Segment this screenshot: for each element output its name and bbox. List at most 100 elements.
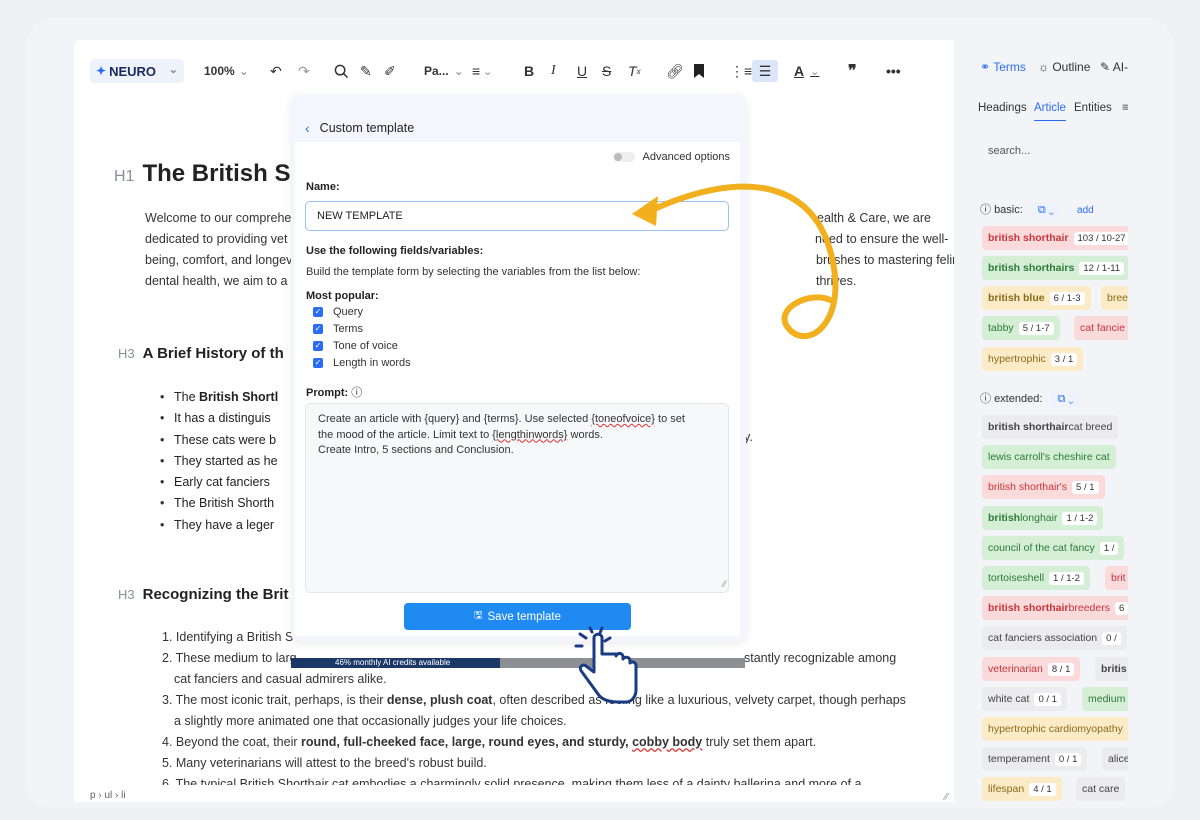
basic-section-label: ⓘ basic: ⧉ ⌄ add [980, 201, 1094, 218]
save-template-button[interactable]: 🖫 Save template [404, 603, 631, 630]
subtab-headings[interactable]: Headings [978, 102, 1027, 114]
link-icon[interactable]: 🔗︎ [666, 54, 684, 88]
clear-format-icon[interactable]: Tx [628, 54, 641, 88]
template-name-input[interactable]: NEW TEMPLATE [305, 201, 729, 231]
resize-handle-icon[interactable]: ⁄⁄ [945, 792, 948, 802]
term-chip[interactable]: cat fanciers association 0 / [982, 626, 1127, 650]
check-icon: ✓ [313, 324, 323, 334]
bold-icon[interactable]: B [524, 54, 534, 88]
list-item: The British Shortl [160, 387, 278, 409]
name-label: Name: [306, 181, 340, 193]
undo-icon[interactable]: ↶ [270, 54, 282, 88]
tab-outline[interactable]: ☼ Outline [1038, 60, 1090, 74]
checkbox-terms[interactable]: ✓ Terms [313, 323, 363, 335]
term-chip[interactable]: medium [1082, 687, 1128, 711]
menu-icon[interactable]: ≡ [1122, 102, 1128, 114]
tab-ai[interactable]: ✎ AI- [1100, 60, 1128, 74]
term-chip[interactable]: council of the cat fancy 1 / [982, 536, 1125, 560]
term-chip[interactable]: brit [1105, 566, 1128, 590]
chevron-down-icon: ⌄ [453, 64, 464, 78]
subtab-entities[interactable]: Entities [1074, 102, 1112, 114]
neuro-logo-menu[interactable]: ✦ NEURO ⌄ [90, 59, 184, 83]
term-chip[interactable]: british shorthair breeders 6 [982, 596, 1128, 620]
prompt-label-text: Prompt: [306, 387, 349, 399]
term-chip[interactable]: british shorthairs 12 / 1-11 [982, 256, 1128, 280]
chip-count: 1 / [1099, 541, 1119, 555]
add-button[interactable]: add [1077, 205, 1094, 216]
tab-label: Terms [993, 60, 1026, 74]
term-chip[interactable]: british shorthair cat breed [982, 415, 1119, 439]
term-chip[interactable]: british blue 6 / 1-3 [982, 286, 1091, 310]
bullet-list-icon[interactable]: ☰ [752, 60, 778, 82]
checkbox-length[interactable]: ✓ Length in words [313, 357, 411, 369]
chevron-down-icon: ⌄ [238, 64, 249, 78]
h1-heading[interactable]: H1 The British S [114, 160, 290, 188]
paragraph-style-select[interactable]: Pa... ⌄ [424, 54, 464, 88]
quote-icon[interactable]: ❞ [848, 54, 857, 88]
text-color-icon[interactable]: A ⌄ [794, 54, 819, 88]
align-icon[interactable]: ≡ ⌄ [472, 54, 492, 88]
term-chip[interactable]: hypertrophic cardiomyopathy [982, 717, 1128, 741]
term-chip[interactable]: tortoiseshell 1 / 1-2 [982, 566, 1090, 590]
more-icon[interactable]: ••• [886, 54, 901, 88]
chip-text: alice [1108, 753, 1128, 765]
term-chip[interactable]: cat fancie [1074, 316, 1128, 340]
intro-line: being, comfort, and longev [145, 253, 293, 267]
term-chip[interactable]: white cat 0 / 1 [982, 687, 1067, 711]
strikethrough-icon[interactable]: S [602, 54, 611, 88]
term-chip[interactable]: british shorthair's 5 / 1 [982, 475, 1105, 499]
toggle-switch[interactable] [612, 152, 635, 162]
term-chip[interactable]: hypertrophic 3 / 1 [982, 347, 1084, 371]
term-chip[interactable]: veterinarian 8 / 1 [982, 657, 1081, 681]
term-chip[interactable]: britis [1095, 657, 1128, 681]
checkbox-label: Tone of voice [333, 340, 398, 352]
prompt-line: the mood of the article. Limit text to {… [318, 428, 716, 444]
page-title: The British S [142, 160, 291, 187]
chip-count: 103 / 10-27 [1073, 231, 1128, 245]
term-chip[interactable]: temperament 0 / 1 [982, 747, 1088, 771]
fields-hint: Build the template form by selecting the… [306, 266, 641, 278]
bookmark-icon[interactable] [694, 54, 704, 88]
term-chip[interactable]: cat care [1076, 777, 1126, 801]
term-chip[interactable]: tabby 5 / 1-7 [982, 316, 1060, 340]
brush-icon[interactable]: ✎ [360, 54, 372, 88]
intro-line-right: ealth & Care, we are [817, 211, 931, 225]
prompt-line: Create Intro, 5 sections and Conclusion. [318, 444, 514, 456]
chip-text: cat fancie [1080, 322, 1125, 334]
copy-dropdown[interactable]: ⧉ ⌄ [1031, 202, 1060, 218]
list-item: The British Shorth [160, 493, 278, 515]
status-path: p › ul › li [90, 790, 126, 801]
section-heading[interactable]: H3 A Brief History of th [118, 345, 284, 362]
list-item-tail: stantly recognizable among [744, 651, 897, 665]
prompt-textarea[interactable]: Create an article with {query} and {term… [305, 403, 729, 593]
term-chip[interactable]: bree [1101, 286, 1128, 310]
term-chip[interactable]: british longhair 1 / 1-2 [982, 506, 1104, 530]
intro-line-right: thrives. [816, 274, 857, 288]
redo-icon[interactable]: ↷ [298, 54, 310, 88]
bullet-list[interactable]: The British Shortl It has a distinguis T… [160, 387, 278, 536]
ordered-list-icon[interactable]: ⋮≡ [730, 54, 752, 88]
underline-icon[interactable]: U [577, 54, 587, 88]
copy-dropdown[interactable]: ⧉ ⌄ [1051, 391, 1080, 407]
sidebar-tabs: ⚭ Terms ☼ Outline ✎ AI- [970, 54, 1128, 82]
term-chip[interactable]: british shorthair 103 / 10-27 [982, 226, 1128, 250]
intro-line: dedicated to providing vet [145, 232, 288, 246]
resize-handle-icon[interactable]: ⁄⁄ [723, 577, 726, 593]
terms-search-input[interactable]: search... [978, 136, 1128, 166]
chip-count: 5 / 1 [1072, 480, 1099, 494]
checkbox-query[interactable]: ✓ Query [313, 306, 363, 318]
back-chevron-icon[interactable]: ‹ [305, 120, 310, 136]
zoom-select[interactable]: 100% ⌄ [204, 54, 249, 88]
section-heading[interactable]: H3 Recognizing the Brit [118, 586, 288, 603]
highlighter-icon[interactable]: ✐ [384, 54, 396, 88]
search-icon[interactable] [334, 54, 349, 88]
term-chip[interactable]: lewis carroll's cheshire cat [982, 445, 1116, 469]
term-chip[interactable]: alice [1102, 747, 1128, 771]
checkbox-tone-of-voice[interactable]: ✓ Tone of voice [313, 340, 398, 352]
subtab-article[interactable]: Article [1034, 102, 1066, 121]
tab-terms[interactable]: ⚭ Terms [980, 60, 1026, 74]
italic-icon[interactable]: I [551, 54, 556, 88]
term-chip[interactable]: lifespan 4 / 1 [982, 777, 1062, 801]
list-item-continued: a slightly more animated one that occasi… [174, 714, 567, 728]
advanced-options-toggle[interactable]: Advanced options [612, 151, 730, 163]
